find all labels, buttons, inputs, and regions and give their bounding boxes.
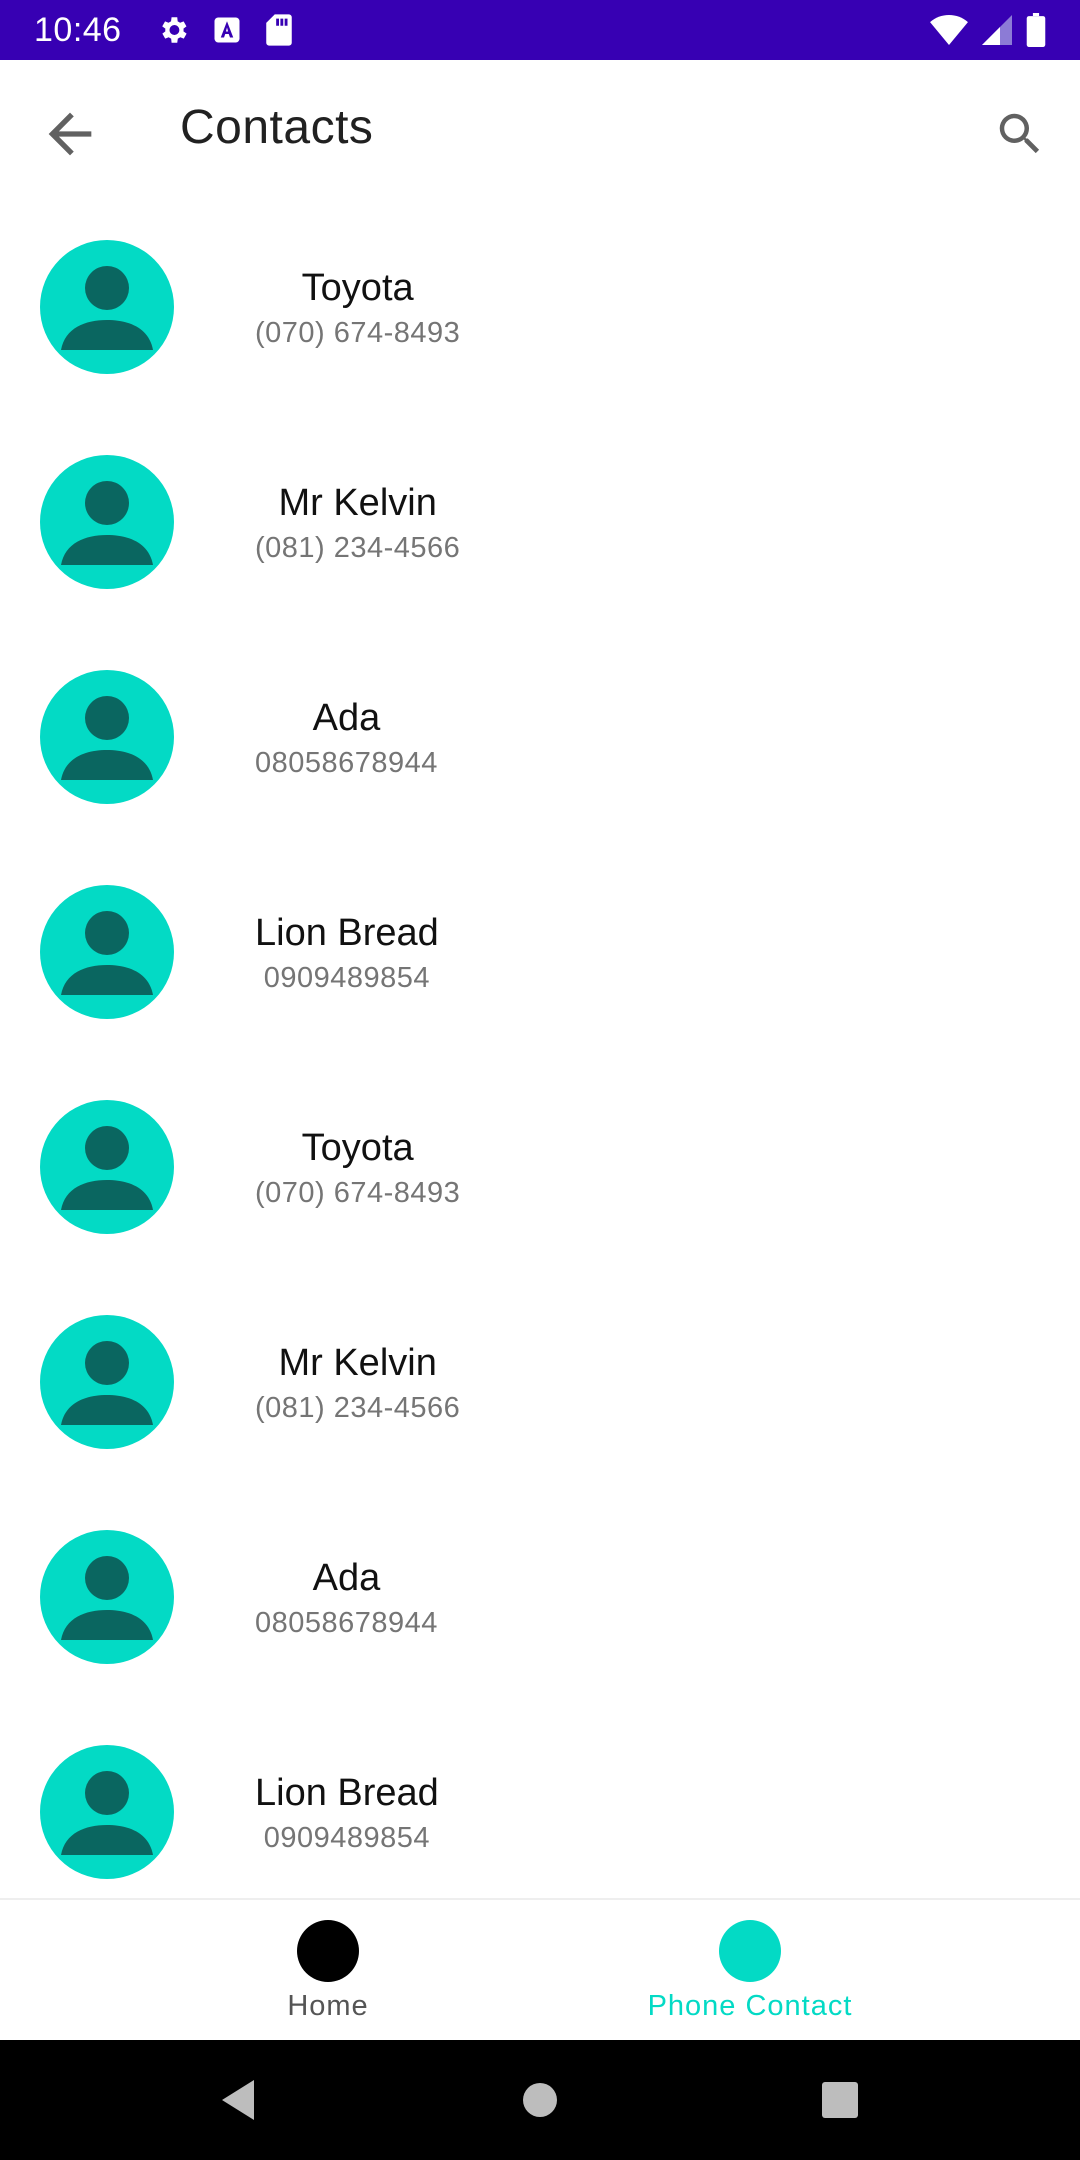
avatar bbox=[40, 885, 174, 1019]
contact-text: Mr Kelvin (081) 234-4566 bbox=[255, 479, 460, 567]
search-button[interactable] bbox=[980, 96, 1060, 176]
contact-phone: (070) 674-8493 bbox=[255, 317, 461, 349]
contact-name: Toyota bbox=[301, 1127, 414, 1169]
back-button[interactable] bbox=[30, 96, 110, 176]
contact-item[interactable]: Mr Kelvin (081) 234-4566 bbox=[0, 1279, 1080, 1494]
contact-phone: 0909489854 bbox=[263, 1822, 431, 1854]
person-icon bbox=[61, 1126, 153, 1210]
nav-item-phone-contact[interactable]: Phone Contact bbox=[480, 1900, 1020, 2040]
contact-text: Ada 08058678944 bbox=[255, 1554, 438, 1642]
recents-square-icon bbox=[822, 2082, 858, 2118]
contact-text: Lion Bread 0909489854 bbox=[255, 1769, 439, 1857]
system-home-button[interactable] bbox=[500, 2060, 580, 2140]
person-icon bbox=[61, 696, 153, 780]
person-icon bbox=[61, 1771, 153, 1855]
contact-item[interactable]: Ada 08058678944 bbox=[0, 1494, 1080, 1709]
settings-icon bbox=[156, 13, 190, 47]
arrow-left-icon bbox=[38, 102, 102, 171]
home-dot-icon bbox=[297, 1920, 359, 1982]
system-back-button[interactable] bbox=[198, 2060, 278, 2140]
avatar bbox=[40, 240, 174, 374]
contact-name: Mr Kelvin bbox=[278, 482, 437, 524]
bottom-nav: Home Phone Contact bbox=[0, 1898, 1080, 2040]
app-bar: Contacts bbox=[0, 60, 1080, 204]
home-circle-icon bbox=[523, 2083, 557, 2117]
nav-label-phone-contact: Phone Contact bbox=[647, 1990, 853, 2022]
search-icon bbox=[993, 107, 1047, 166]
contact-item[interactable]: Toyota (070) 674-8493 bbox=[0, 1064, 1080, 1279]
avatar bbox=[40, 1530, 174, 1664]
page-title: Contacts bbox=[180, 101, 374, 154]
person-icon bbox=[61, 1341, 153, 1425]
status-right-icons bbox=[930, 13, 1046, 47]
contact-name: Toyota bbox=[301, 267, 414, 309]
status-time: 10:46 bbox=[34, 10, 122, 49]
nav-label-home: Home bbox=[287, 1990, 369, 2022]
battery-icon bbox=[1026, 13, 1046, 47]
avatar bbox=[40, 1745, 174, 1879]
contact-name: Ada bbox=[312, 697, 381, 739]
contact-phone: 08058678944 bbox=[255, 1607, 438, 1639]
status-bar: 10:46 bbox=[0, 0, 1080, 60]
signal-icon bbox=[982, 15, 1012, 45]
person-icon bbox=[61, 266, 153, 350]
back-triangle-icon bbox=[222, 2080, 254, 2120]
contact-item[interactable]: Toyota (070) 674-8493 bbox=[0, 204, 1080, 419]
contact-name: Lion Bread bbox=[255, 1772, 439, 1814]
person-icon bbox=[61, 911, 153, 995]
avatar bbox=[40, 670, 174, 804]
wifi-icon bbox=[930, 15, 968, 45]
contact-item[interactable]: Lion Bread 0909489854 bbox=[0, 849, 1080, 1064]
contact-name: Ada bbox=[312, 1557, 381, 1599]
contact-item[interactable]: Lion Bread 0909489854 bbox=[0, 1709, 1080, 1900]
contact-phone: 08058678944 bbox=[255, 747, 438, 779]
contact-text: Ada 08058678944 bbox=[255, 694, 438, 782]
person-icon bbox=[61, 1556, 153, 1640]
contact-phone: (081) 234-4566 bbox=[255, 532, 461, 564]
phone-contact-dot-icon bbox=[719, 1920, 781, 1982]
person-icon bbox=[61, 481, 153, 565]
contact-text: Toyota (070) 674-8493 bbox=[255, 1124, 460, 1212]
contact-item[interactable]: Mr Kelvin (081) 234-4566 bbox=[0, 419, 1080, 634]
contact-item[interactable]: Ada 08058678944 bbox=[0, 634, 1080, 849]
status-left-icons bbox=[156, 13, 294, 47]
contact-text: Toyota (070) 674-8493 bbox=[255, 264, 460, 352]
system-recents-button[interactable] bbox=[800, 2060, 880, 2140]
avatar bbox=[40, 455, 174, 589]
avatar bbox=[40, 1315, 174, 1449]
avatar bbox=[40, 1100, 174, 1234]
contact-text: Lion Bread 0909489854 bbox=[255, 909, 439, 997]
a-badge-icon bbox=[212, 15, 242, 45]
system-nav-bar bbox=[0, 2040, 1080, 2160]
contact-list[interactable]: Toyota (070) 674-8493 Mr Kelvin (081) 23… bbox=[0, 204, 1080, 1900]
contact-name: Lion Bread bbox=[255, 912, 439, 954]
contact-phone: (081) 234-4566 bbox=[255, 1392, 461, 1424]
contact-name: Mr Kelvin bbox=[278, 1342, 437, 1384]
sd-card-icon bbox=[264, 13, 294, 47]
contact-phone: (070) 674-8493 bbox=[255, 1177, 461, 1209]
contact-phone: 0909489854 bbox=[263, 962, 431, 994]
contact-text: Mr Kelvin (081) 234-4566 bbox=[255, 1339, 460, 1427]
